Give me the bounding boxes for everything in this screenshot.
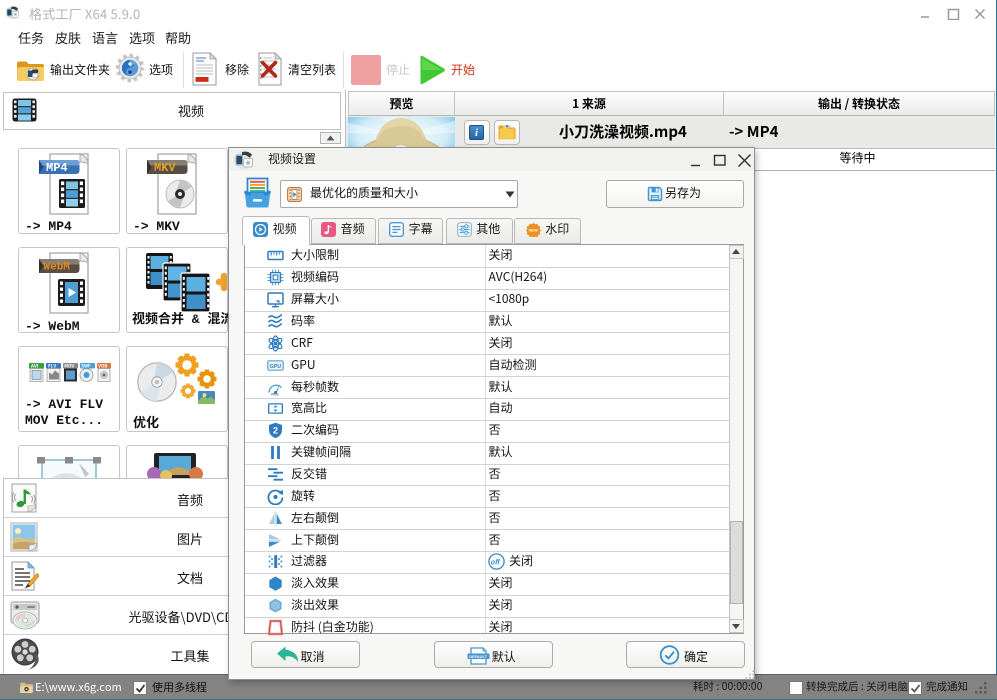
svg-text:NEW: NEW — [528, 227, 537, 232]
svg-text:FPS: FPS — [271, 392, 279, 396]
svg-text:WebM: WebM — [44, 262, 71, 274]
svg-text:off: off — [491, 560, 500, 567]
svg-text:2: 2 — [273, 426, 278, 436]
svg-text:DEFAULT: DEFAULT — [469, 654, 487, 659]
svg-text:GPU: GPU — [270, 364, 281, 370]
svg-text:MKV: MKV — [154, 161, 176, 175]
svg-text:MP4: MP4 — [46, 161, 68, 175]
